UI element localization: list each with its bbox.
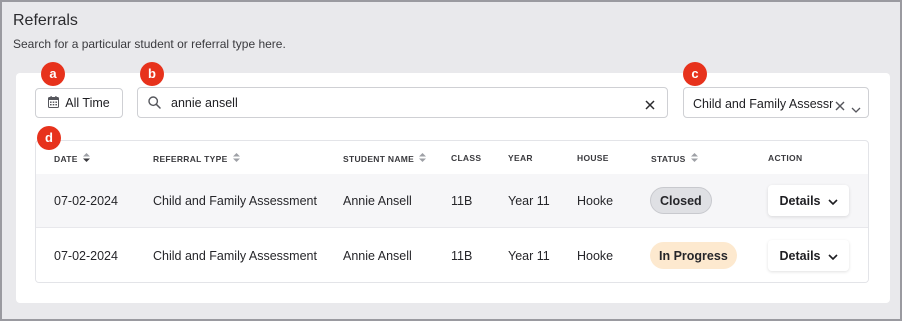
details-label: Details	[779, 248, 821, 263]
cell-student-name: Annie Ansell	[343, 249, 412, 263]
chevron-down-icon[interactable]	[851, 100, 861, 118]
column-header-action: ACTION	[768, 153, 803, 163]
sort-icon	[419, 153, 427, 164]
status-badge: Closed	[650, 187, 712, 214]
details-button[interactable]: Details	[768, 240, 849, 271]
chevron-down-icon	[827, 249, 838, 263]
referral-type-selected: Child and Family Assessment	[693, 97, 833, 111]
column-header-student-name[interactable]: STUDENT NAME	[343, 153, 427, 164]
close-icon[interactable]	[645, 97, 655, 115]
status-badge: In Progress	[650, 242, 737, 269]
date-range-button[interactable]: All Time	[35, 88, 123, 118]
page-frame: Referrals Search for a particular studen…	[0, 0, 902, 321]
cell-class: 11B	[451, 194, 473, 208]
cell-referral-type: Child and Family Assessment	[153, 194, 317, 208]
column-header-status[interactable]: STATUS	[651, 153, 698, 164]
column-header-house: HOUSE	[577, 153, 609, 163]
search-value: annie ansell	[171, 96, 238, 110]
cell-year: Year 11	[508, 194, 550, 208]
cell-student-name: Annie Ansell	[343, 194, 412, 208]
column-header-class: CLASS	[451, 153, 482, 163]
cell-class: 11B	[451, 249, 473, 263]
sort-icon	[690, 153, 698, 164]
sort-icon	[82, 153, 90, 164]
cell-year: Year 11	[508, 249, 550, 263]
cell-referral-type: Child and Family Assessment	[153, 249, 317, 263]
table-header: DATE REFERRAL TYPE STUDENT NAME CLASS YE…	[36, 141, 868, 174]
annotation-marker-b: b	[140, 62, 164, 86]
details-button[interactable]: Details	[768, 185, 849, 216]
search-input[interactable]: annie ansell	[137, 87, 668, 118]
table-row: 07-02-2024 Child and Family Assessment A…	[36, 229, 868, 282]
referral-type-select[interactable]: Child and Family Assessment	[683, 87, 869, 118]
annotation-marker-d: d	[37, 126, 61, 150]
cell-date: 07-02-2024	[54, 249, 118, 263]
details-label: Details	[779, 193, 821, 208]
table-row: 07-02-2024 Child and Family Assessment A…	[36, 174, 868, 228]
cell-house: Hooke	[577, 249, 614, 263]
calendar-icon	[48, 95, 60, 111]
search-icon	[148, 96, 161, 114]
cell-house: Hooke	[577, 194, 614, 208]
annotation-marker-c: c	[683, 62, 707, 86]
page-title: Referrals	[13, 12, 78, 29]
column-header-date[interactable]: DATE	[54, 153, 90, 164]
chevron-down-icon	[827, 194, 838, 208]
page-subtitle: Search for a particular student or refer…	[13, 37, 286, 51]
cell-date: 07-02-2024	[54, 194, 118, 208]
close-icon[interactable]	[835, 98, 845, 116]
column-header-year: YEAR	[508, 153, 533, 163]
date-range-label: All Time	[65, 96, 110, 110]
column-header-referral-type[interactable]: REFERRAL TYPE	[153, 153, 240, 164]
annotation-marker-a: a	[41, 62, 65, 86]
sort-icon	[232, 153, 240, 164]
referrals-table: DATE REFERRAL TYPE STUDENT NAME CLASS YE…	[35, 140, 869, 283]
